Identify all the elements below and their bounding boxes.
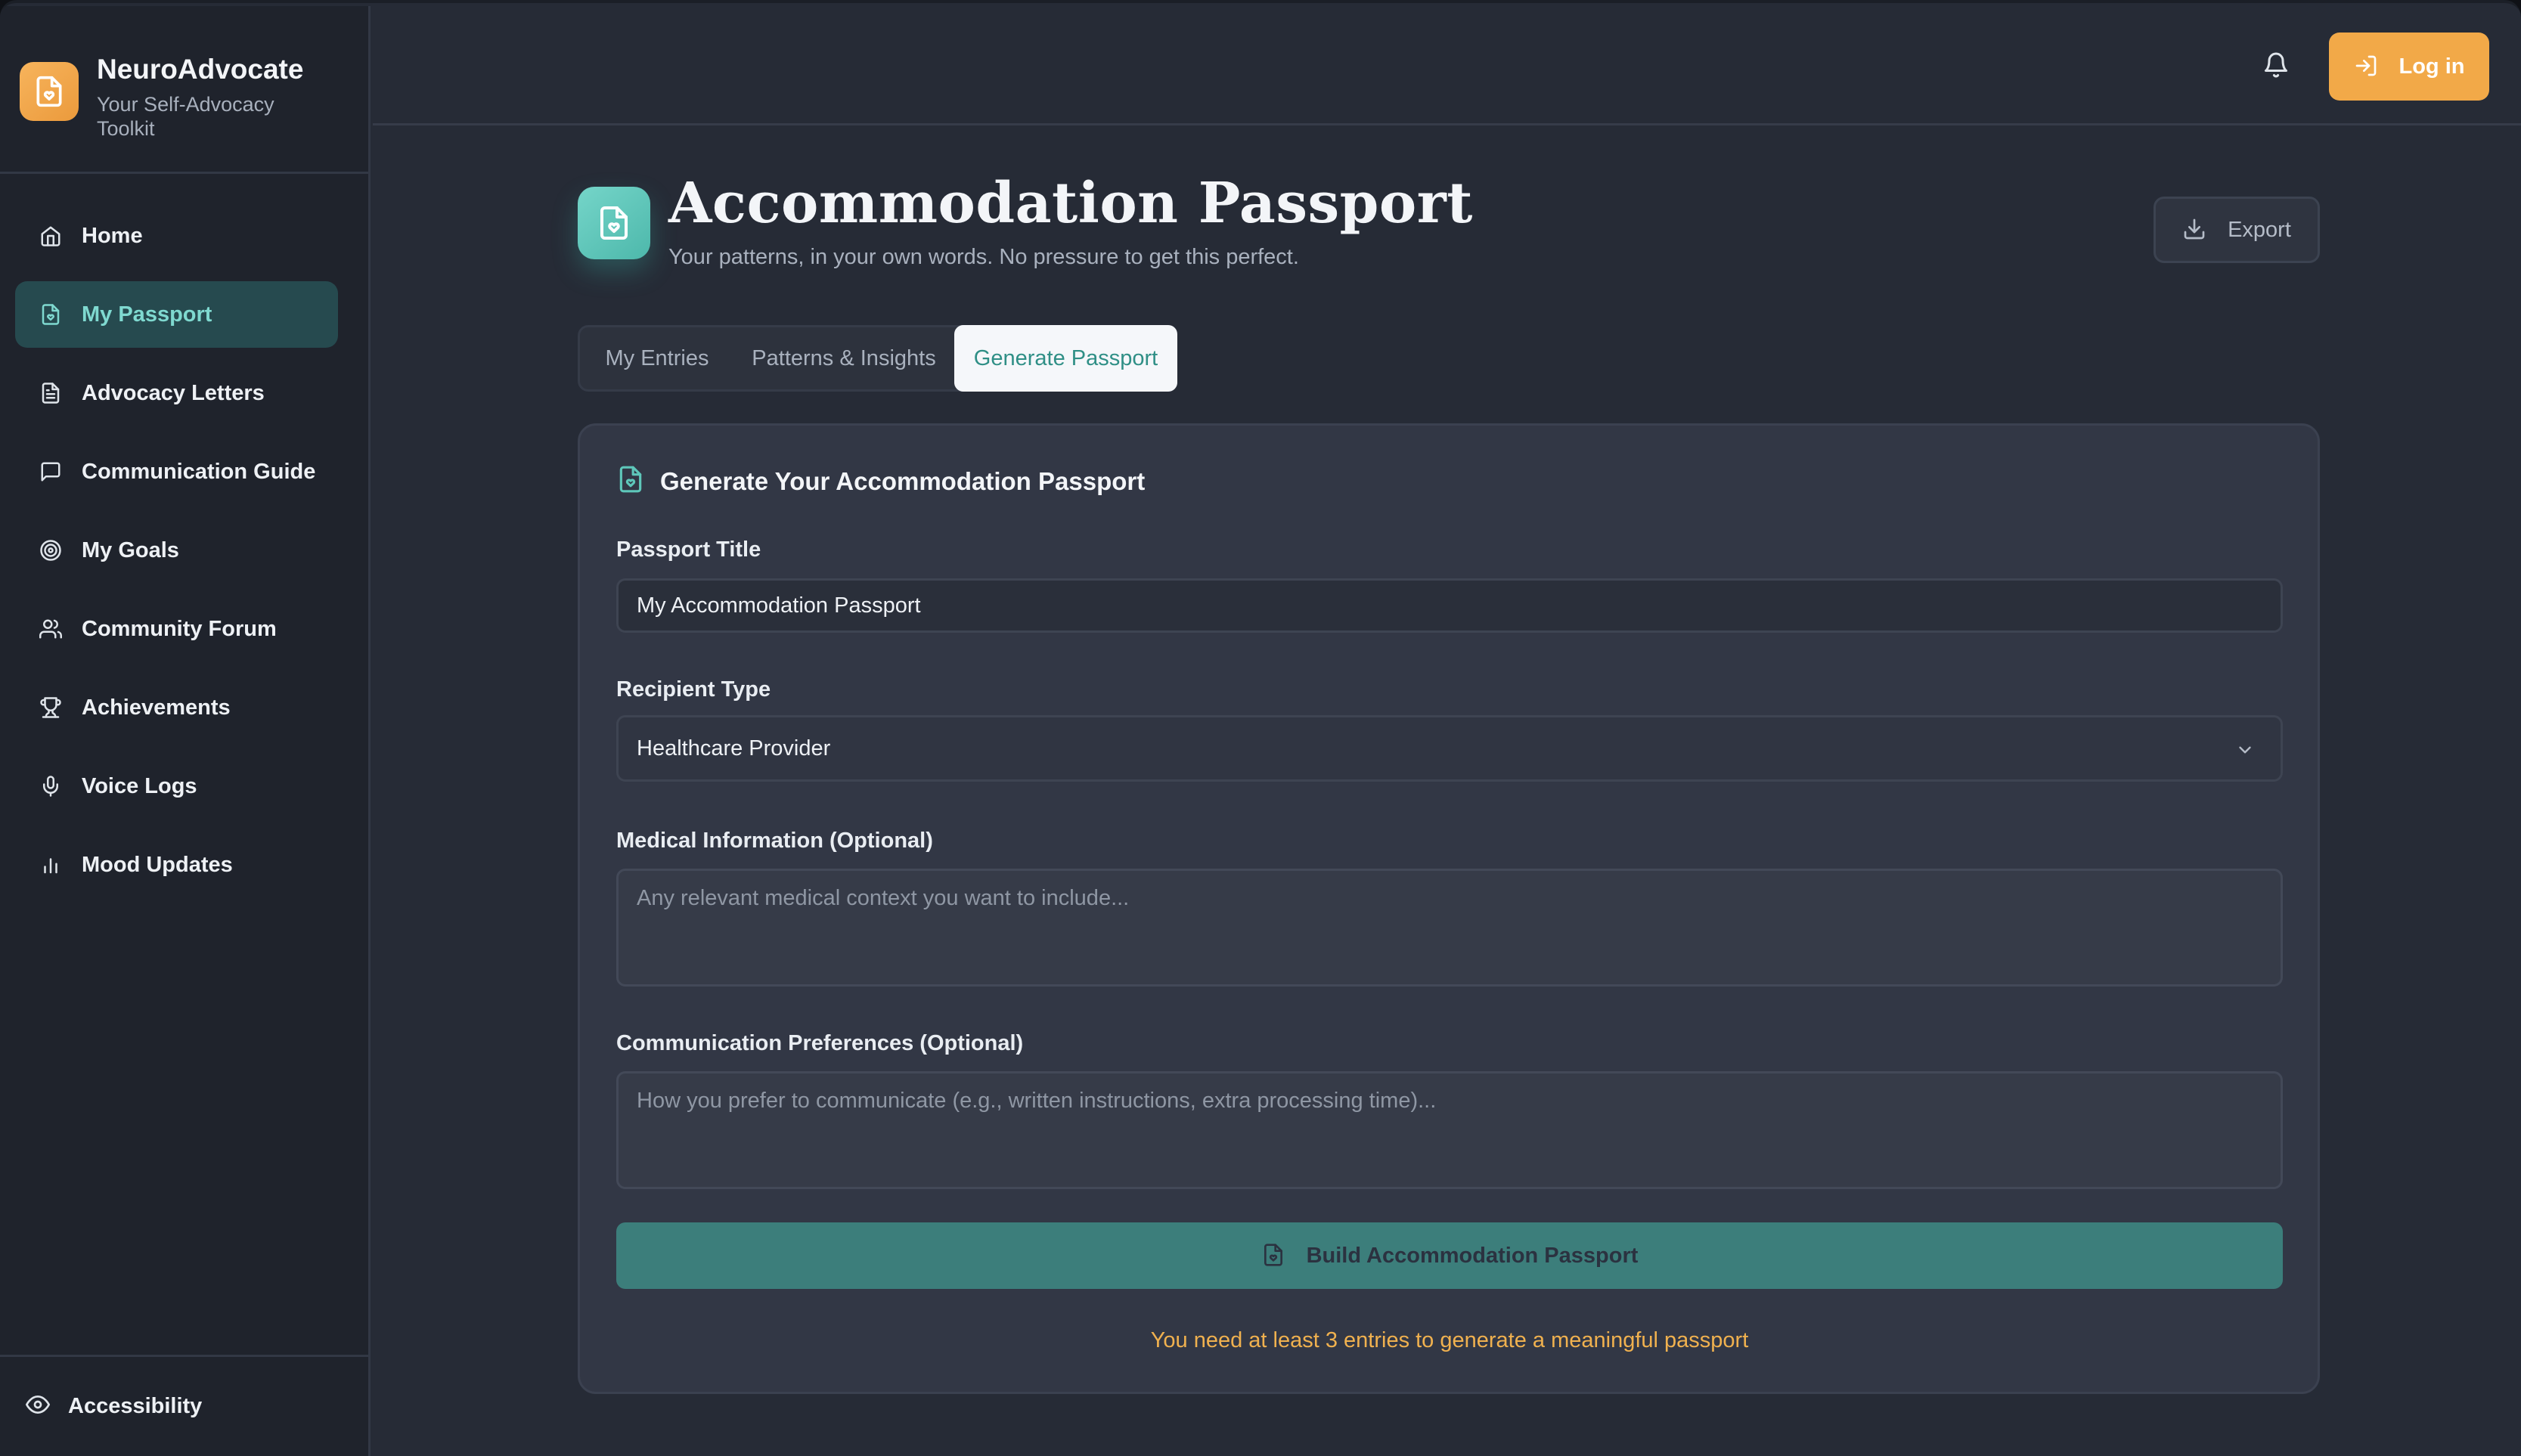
app-window: NeuroAdvocate Your Self-Advocacy Toolkit… [0, 0, 2521, 1456]
eye-icon [26, 1392, 50, 1420]
recipient-type-label: Recipient Type [616, 677, 771, 702]
sidebar-item-achievements[interactable]: Achievements [15, 674, 338, 741]
users-icon [38, 616, 64, 642]
trophy-icon [38, 695, 64, 720]
sidebar-item-voice-logs[interactable]: Voice Logs [15, 753, 338, 819]
sidebar-item-label: My Passport [82, 302, 212, 327]
tab-my-entries[interactable]: My Entries [589, 327, 725, 389]
export-label: Export [2228, 217, 2291, 242]
sidebar-item-label: Communication Guide [82, 459, 316, 484]
sidebar: NeuroAdvocate Your Self-Advocacy Toolkit… [0, 6, 371, 1456]
sidebar-item-my-passport[interactable]: My Passport [15, 281, 338, 348]
app-tagline: Your Self-Advocacy Toolkit [97, 93, 274, 140]
sidebar-item-label: Community Forum [82, 616, 277, 641]
sidebar-item-label: Mood Updates [82, 852, 233, 877]
export-button[interactable]: Export [2154, 197, 2320, 263]
passport-title-input[interactable] [616, 578, 2283, 633]
sidebar-item-label: My Goals [82, 537, 179, 562]
sidebar-item-home[interactable]: Home [15, 203, 338, 269]
log-in-icon [2354, 54, 2378, 80]
sidebar-item-communication-guide[interactable]: Communication Guide [15, 438, 338, 505]
sidebar-item-label: Achievements [82, 695, 231, 720]
card-title: Generate Your Accommodation Passport [660, 466, 1146, 495]
home-icon [38, 223, 64, 249]
recipient-type-select[interactable]: Healthcare Provider [616, 715, 2283, 782]
medical-info-textarea[interactable] [616, 869, 2283, 987]
communication-preferences-label: Communication Preferences (Optional) [616, 1031, 1024, 1055]
bell-icon[interactable] [2262, 51, 2293, 82]
card-header: Generate Your Accommodation Passport [616, 465, 1145, 497]
accessibility-button[interactable]: Accessibility [0, 1355, 368, 1456]
tab-bar: My Entries Patterns & Insights Generate … [578, 325, 1177, 392]
page-title: Accommodation Passport [668, 171, 1473, 236]
passport-file-icon [38, 302, 64, 327]
sidebar-item-label: Advocacy Letters [82, 380, 265, 405]
target-icon [38, 537, 64, 563]
brand: NeuroAdvocate Your Self-Advocacy Toolkit [0, 6, 368, 174]
app-logo-icon [20, 62, 79, 121]
passport-title-label: Passport Title [616, 537, 761, 562]
top-header [373, 6, 2521, 125]
sidebar-item-my-goals[interactable]: My Goals [15, 517, 338, 584]
medical-info-label: Medical Information (Optional) [616, 829, 933, 853]
app-name: NeuroAdvocate [97, 54, 304, 85]
document-icon [38, 380, 64, 406]
sidebar-item-label: Home [82, 223, 143, 248]
message-square-icon [38, 459, 64, 485]
passport-file-icon [616, 465, 645, 497]
sidebar-nav: Home My Passport Advocacy Letters Commun… [0, 174, 368, 898]
microphone-icon [38, 773, 64, 799]
recipient-type-value: Healthcare Provider [637, 736, 831, 761]
sidebar-item-label: Voice Logs [82, 773, 197, 798]
chevron-down-icon [2235, 740, 2255, 764]
generate-passport-card: Generate Your Accommodation Passport Pas… [578, 423, 2320, 1394]
build-passport-button[interactable]: Build Accommodation Passport [616, 1222, 2283, 1289]
login-button[interactable]: Log in [2329, 33, 2489, 101]
sidebar-item-community-forum[interactable]: Community Forum [15, 596, 338, 662]
accessibility-label: Accessibility [68, 1394, 203, 1418]
minimum-entries-hint: You need at least 3 entries to generate … [1150, 1328, 1749, 1352]
passport-file-icon [1261, 1243, 1285, 1269]
login-label: Log in [2399, 54, 2465, 79]
tab-patterns-insights[interactable]: Patterns & Insights [734, 327, 954, 389]
page-subtitle: Your patterns, in your own words. No pre… [668, 245, 1299, 269]
passport-page-icon [578, 187, 650, 259]
communication-preferences-textarea[interactable] [616, 1071, 2283, 1189]
download-icon [2182, 217, 2206, 243]
build-passport-label: Build Accommodation Passport [1306, 1243, 1639, 1268]
tab-generate-passport[interactable]: Generate Passport [954, 325, 1177, 392]
sidebar-item-advocacy-letters[interactable]: Advocacy Letters [15, 360, 338, 426]
bar-chart-icon [38, 852, 64, 878]
sidebar-item-mood-updates[interactable]: Mood Updates [15, 832, 338, 898]
